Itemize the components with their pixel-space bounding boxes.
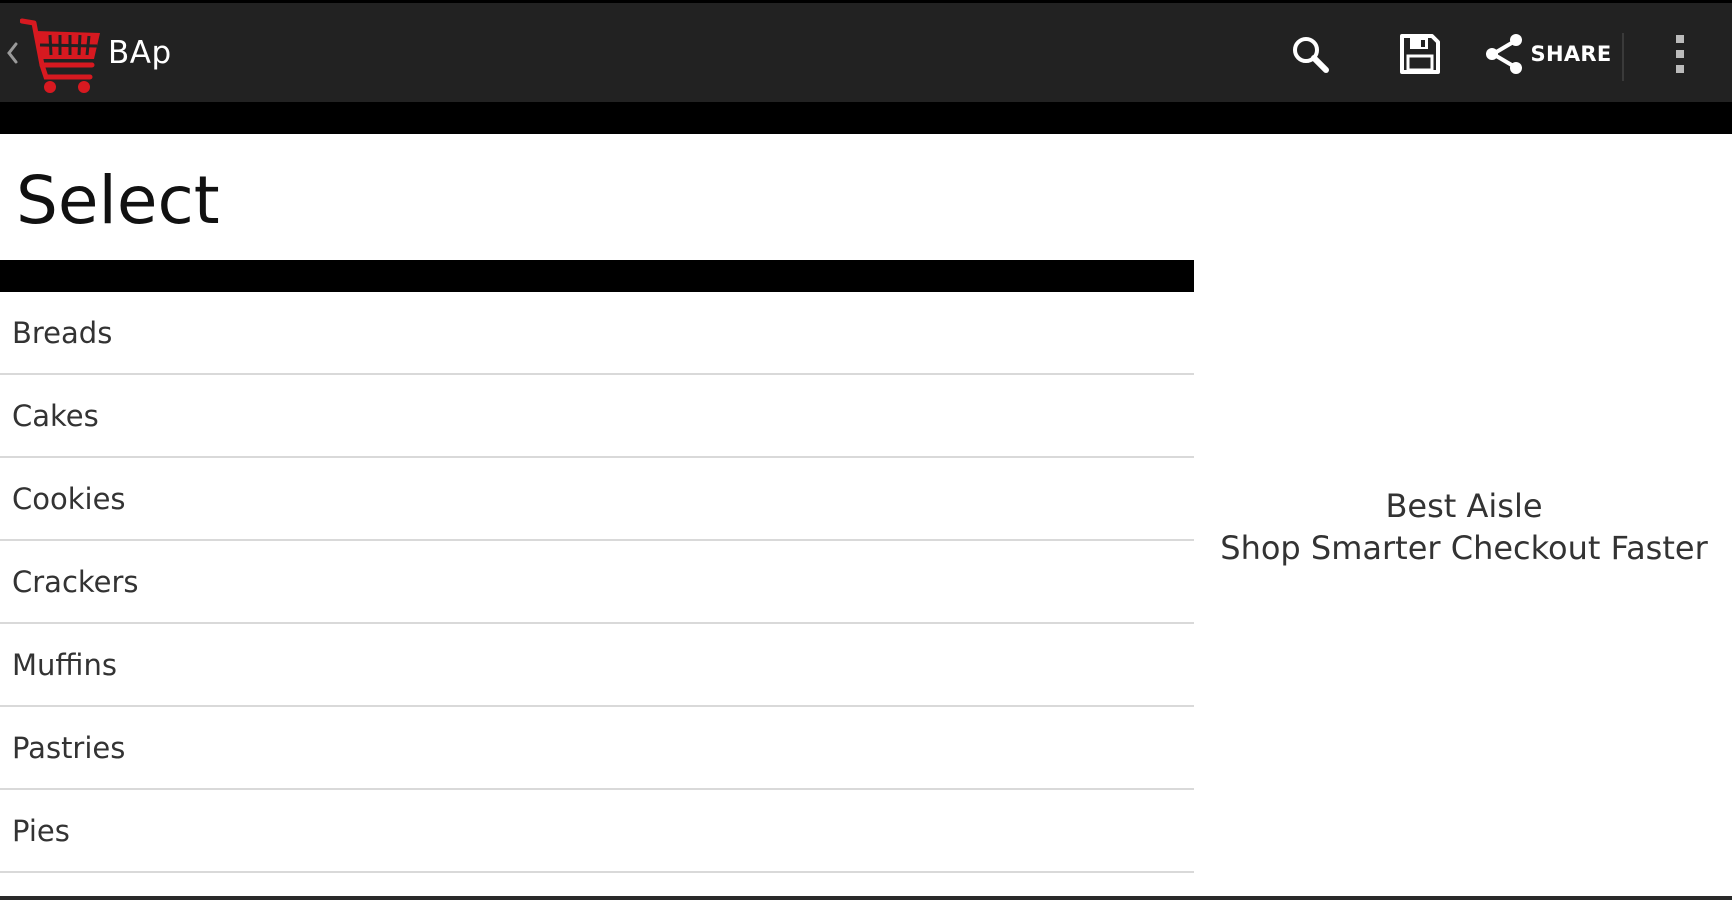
screen: BAp SHARE Select Breads Cakes Cookies Cr… xyxy=(0,0,1732,900)
share-icon xyxy=(1485,34,1522,74)
home-up-button[interactable]: BAp xyxy=(0,3,190,105)
list-item-cookies[interactable]: Cookies xyxy=(0,458,1194,541)
page-title: Select xyxy=(16,162,220,239)
action-bar: BAp SHARE xyxy=(0,0,1732,102)
shopping-cart-icon xyxy=(20,18,100,93)
list-header-bar xyxy=(0,260,1194,292)
save-icon xyxy=(1400,34,1440,74)
search-button[interactable] xyxy=(1270,3,1350,105)
chevron-left-icon xyxy=(7,42,18,64)
side-panel: Best Aisle Shop Smarter Checkout Faster xyxy=(1196,134,1732,894)
brand-tagline: Shop Smarter Checkout Faster xyxy=(1220,529,1708,567)
bottom-edge xyxy=(0,896,1732,900)
action-divider xyxy=(1622,33,1624,81)
list-item-crackers[interactable]: Crackers xyxy=(0,541,1194,624)
share-button[interactable]: SHARE xyxy=(1482,3,1612,105)
list-item-cakes[interactable]: Cakes xyxy=(0,375,1194,458)
overflow-menu-button[interactable] xyxy=(1640,3,1720,105)
list-item-breads[interactable]: Breads xyxy=(0,292,1194,375)
share-label: SHARE xyxy=(1530,42,1612,66)
search-icon xyxy=(1293,37,1329,73)
more-vertical-icon xyxy=(1676,35,1684,73)
category-list: Breads Cakes Cookies Crackers Muffins Pa… xyxy=(0,292,1194,873)
list-item-pastries[interactable]: Pastries xyxy=(0,707,1194,790)
list-item-muffins[interactable]: Muffins xyxy=(0,624,1194,707)
app-title: BAp xyxy=(108,35,172,71)
list-item-pies[interactable]: Pies xyxy=(0,790,1194,873)
save-button[interactable] xyxy=(1380,3,1460,105)
brand-name: Best Aisle xyxy=(1385,487,1543,525)
action-bar-underline xyxy=(0,102,1732,134)
